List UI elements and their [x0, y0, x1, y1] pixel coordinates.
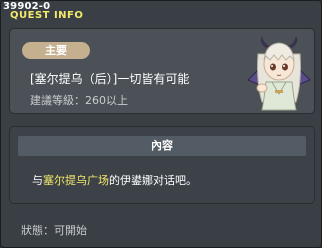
quest-title: [塞尔提乌（后）]一切皆有可能 [30, 72, 190, 86]
quest-category-tag: 主要 [22, 42, 90, 59]
window-title: QUEST INFO [10, 10, 84, 21]
location-highlight: 塞尔提乌广场 [43, 174, 109, 187]
quest-content-panel: 內容 与塞尔提乌广场的伊鍙娜对话吧。 [9, 126, 315, 204]
content-header: 內容 [18, 136, 306, 156]
quest-info-window: 39902-0 QUEST INFO 主要 [塞尔提乌（后）]一切皆有可能 建議… [0, 0, 322, 248]
level-requirement: 建議等級：260以上 [30, 94, 128, 107]
quest-status: 狀態：可開始 [21, 224, 87, 237]
quest-summary-panel: 主要 [塞尔提乌（后）]一切皆有可能 建議等級：260以上 [9, 28, 315, 114]
content-text: 与塞尔提乌广场的伊鍙娜对话吧。 [32, 172, 197, 188]
content-text-suffix: 的伊鍙娜对话吧。 [109, 174, 197, 187]
npc-portrait-icon [247, 36, 311, 111]
content-text-prefix: 与 [32, 174, 43, 187]
